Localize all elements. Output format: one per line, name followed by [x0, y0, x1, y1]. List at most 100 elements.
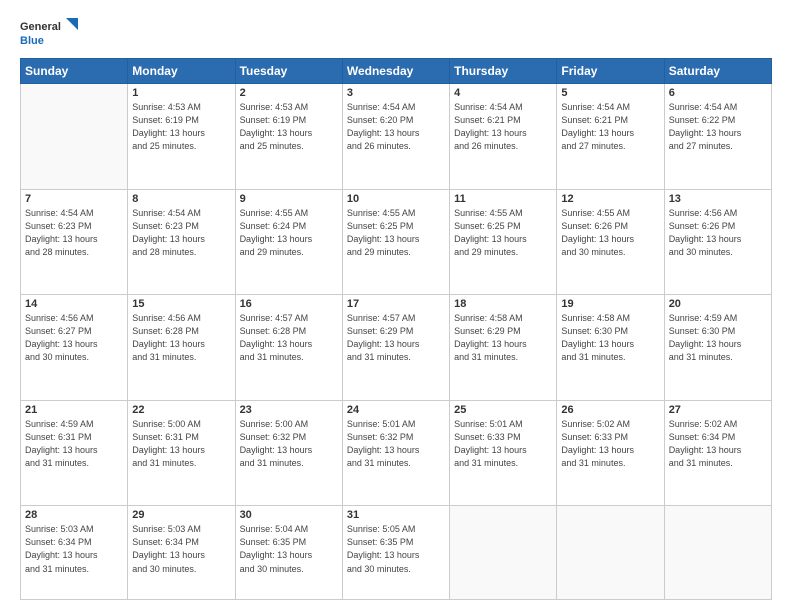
day-number: 25: [454, 404, 552, 416]
calendar-cell: [664, 506, 771, 600]
cell-info: Sunrise: 4:55 AM Sunset: 6:26 PM Dayligh…: [561, 207, 659, 259]
day-number: 17: [347, 298, 445, 310]
logo: General Blue: [20, 16, 80, 52]
calendar-cell: [450, 506, 557, 600]
cell-info: Sunrise: 4:57 AM Sunset: 6:29 PM Dayligh…: [347, 312, 445, 364]
cell-info: Sunrise: 5:00 AM Sunset: 6:32 PM Dayligh…: [240, 418, 338, 470]
calendar-cell: 25 Sunrise: 5:01 AM Sunset: 6:33 PM Dayli…: [450, 400, 557, 506]
day-number: 2: [240, 87, 338, 99]
calendar-cell: 3 Sunrise: 4:54 AM Sunset: 6:20 PM Daylig…: [342, 84, 449, 190]
cell-info: Sunrise: 4:58 AM Sunset: 6:30 PM Dayligh…: [561, 312, 659, 364]
col-header-friday: Friday: [557, 59, 664, 84]
calendar-cell: 27Sunrise: 5:02 AM Sunset: 6:34 PM Dayli…: [664, 400, 771, 506]
calendar-cell: 10 Sunrise: 4:55 AM Sunset: 6:25 PM Dayli…: [342, 189, 449, 295]
calendar-cell: 28Sunrise: 5:03 AM Sunset: 6:34 PM Dayli…: [21, 506, 128, 600]
cell-info: Sunrise: 4:55 AM Sunset: 6:24 PM Dayligh…: [240, 207, 338, 259]
cell-info: Sunrise: 4:54 AM Sunset: 6:21 PM Dayligh…: [561, 101, 659, 153]
cell-info: Sunrise: 4:56 AM Sunset: 6:26 PM Dayligh…: [669, 207, 767, 259]
day-number: 15: [132, 298, 230, 310]
col-header-saturday: Saturday: [664, 59, 771, 84]
day-number: 26: [561, 404, 659, 416]
col-header-sunday: Sunday: [21, 59, 128, 84]
calendar-cell: 29Sunrise: 5:03 AM Sunset: 6:34 PM Dayli…: [128, 506, 235, 600]
general-blue-logo: General Blue: [20, 16, 80, 52]
day-number: 20: [669, 298, 767, 310]
page: General Blue SundayMondayTuesdayWednesda…: [0, 0, 792, 612]
day-number: 6: [669, 87, 767, 99]
calendar-cell: 4 Sunrise: 4:54 AM Sunset: 6:21 PM Daylig…: [450, 84, 557, 190]
calendar-cell: 30 Sunrise: 5:04 AM Sunset: 6:35 PM Dayli…: [235, 506, 342, 600]
cell-info: Sunrise: 4:56 AM Sunset: 6:27 PM Dayligh…: [25, 312, 123, 364]
calendar-cell: 16Sunrise: 4:57 AM Sunset: 6:28 PM Dayli…: [235, 295, 342, 401]
calendar-cell: [557, 506, 664, 600]
day-number: 4: [454, 87, 552, 99]
cell-info: Sunrise: 4:55 AM Sunset: 6:25 PM Dayligh…: [347, 207, 445, 259]
cell-info: Sunrise: 4:54 AM Sunset: 6:23 PM Dayligh…: [132, 207, 230, 259]
day-number: 31: [347, 509, 445, 521]
cell-info: Sunrise: 5:04 AM Sunset: 6:35 PM Dayligh…: [240, 523, 338, 575]
cell-info: Sunrise: 5:01 AM Sunset: 6:33 PM Dayligh…: [454, 418, 552, 470]
col-header-thursday: Thursday: [450, 59, 557, 84]
calendar-table: SundayMondayTuesdayWednesdayThursdayFrid…: [20, 58, 772, 600]
cell-info: Sunrise: 4:53 AM Sunset: 6:19 PM Dayligh…: [132, 101, 230, 153]
calendar-cell: 12Sunrise: 4:55 AM Sunset: 6:26 PM Dayli…: [557, 189, 664, 295]
cell-info: Sunrise: 4:54 AM Sunset: 6:22 PM Dayligh…: [669, 101, 767, 153]
cell-info: Sunrise: 4:59 AM Sunset: 6:30 PM Dayligh…: [669, 312, 767, 364]
calendar-cell: 21Sunrise: 4:59 AM Sunset: 6:31 PM Dayli…: [21, 400, 128, 506]
col-header-tuesday: Tuesday: [235, 59, 342, 84]
cell-info: Sunrise: 4:54 AM Sunset: 6:21 PM Dayligh…: [454, 101, 552, 153]
calendar-cell: 1 Sunrise: 4:53 AM Sunset: 6:19 PM Daylig…: [128, 84, 235, 190]
cell-info: Sunrise: 4:56 AM Sunset: 6:28 PM Dayligh…: [132, 312, 230, 364]
svg-text:Blue: Blue: [20, 35, 44, 47]
day-number: 22: [132, 404, 230, 416]
cell-info: Sunrise: 4:57 AM Sunset: 6:28 PM Dayligh…: [240, 312, 338, 364]
calendar-cell: 11 Sunrise: 4:55 AM Sunset: 6:25 PM Dayli…: [450, 189, 557, 295]
col-header-monday: Monday: [128, 59, 235, 84]
cell-info: Sunrise: 5:05 AM Sunset: 6:35 PM Dayligh…: [347, 523, 445, 575]
day-number: 23: [240, 404, 338, 416]
calendar-cell: 31 Sunrise: 5:05 AM Sunset: 6:35 PM Dayli…: [342, 506, 449, 600]
cell-info: Sunrise: 4:58 AM Sunset: 6:29 PM Dayligh…: [454, 312, 552, 364]
calendar-cell: 23 Sunrise: 5:00 AM Sunset: 6:32 PM Dayli…: [235, 400, 342, 506]
cell-info: Sunrise: 5:01 AM Sunset: 6:32 PM Dayligh…: [347, 418, 445, 470]
day-number: 7: [25, 193, 123, 205]
calendar-cell: 5 Sunrise: 4:54 AM Sunset: 6:21 PM Daylig…: [557, 84, 664, 190]
day-number: 27: [669, 404, 767, 416]
day-number: 10: [347, 193, 445, 205]
day-number: 8: [132, 193, 230, 205]
day-number: 1: [132, 87, 230, 99]
cell-info: Sunrise: 5:00 AM Sunset: 6:31 PM Dayligh…: [132, 418, 230, 470]
calendar-cell: 19 Sunrise: 4:58 AM Sunset: 6:30 PM Dayli…: [557, 295, 664, 401]
calendar-cell: 14 Sunrise: 4:56 AM Sunset: 6:27 PM Dayli…: [21, 295, 128, 401]
cell-info: Sunrise: 4:53 AM Sunset: 6:19 PM Dayligh…: [240, 101, 338, 153]
calendar-cell: 22 Sunrise: 5:00 AM Sunset: 6:31 PM Dayli…: [128, 400, 235, 506]
svg-text:General: General: [20, 21, 61, 33]
cell-info: Sunrise: 5:03 AM Sunset: 6:34 PM Dayligh…: [25, 523, 123, 575]
calendar-cell: 8 Sunrise: 4:54 AM Sunset: 6:23 PM Daylig…: [128, 189, 235, 295]
day-number: 5: [561, 87, 659, 99]
calendar-cell: 13 Sunrise: 4:56 AM Sunset: 6:26 PM Dayli…: [664, 189, 771, 295]
day-number: 9: [240, 193, 338, 205]
calendar-cell: 17 Sunrise: 4:57 AM Sunset: 6:29 PM Dayli…: [342, 295, 449, 401]
day-number: 11: [454, 193, 552, 205]
calendar-cell: 6 Sunrise: 4:54 AM Sunset: 6:22 PM Daylig…: [664, 84, 771, 190]
cell-info: Sunrise: 4:54 AM Sunset: 6:20 PM Dayligh…: [347, 101, 445, 153]
calendar-cell: 20 Sunrise: 4:59 AM Sunset: 6:30 PM Dayli…: [664, 295, 771, 401]
day-number: 13: [669, 193, 767, 205]
day-number: 14: [25, 298, 123, 310]
calendar-cell: 15 Sunrise: 4:56 AM Sunset: 6:28 PM Dayli…: [128, 295, 235, 401]
day-number: 30: [240, 509, 338, 521]
cell-info: Sunrise: 4:54 AM Sunset: 6:23 PM Dayligh…: [25, 207, 123, 259]
day-number: 3: [347, 87, 445, 99]
calendar-cell: 7 Sunrise: 4:54 AM Sunset: 6:23 PM Daylig…: [21, 189, 128, 295]
col-header-wednesday: Wednesday: [342, 59, 449, 84]
calendar-cell: 26Sunrise: 5:02 AM Sunset: 6:33 PM Dayli…: [557, 400, 664, 506]
calendar-cell: 18 Sunrise: 4:58 AM Sunset: 6:29 PM Dayli…: [450, 295, 557, 401]
cell-info: Sunrise: 4:55 AM Sunset: 6:25 PM Dayligh…: [454, 207, 552, 259]
day-number: 19: [561, 298, 659, 310]
cell-info: Sunrise: 5:03 AM Sunset: 6:34 PM Dayligh…: [132, 523, 230, 575]
calendar-cell: [21, 84, 128, 190]
header: General Blue: [20, 16, 772, 52]
day-number: 18: [454, 298, 552, 310]
calendar-cell: 24Sunrise: 5:01 AM Sunset: 6:32 PM Dayli…: [342, 400, 449, 506]
